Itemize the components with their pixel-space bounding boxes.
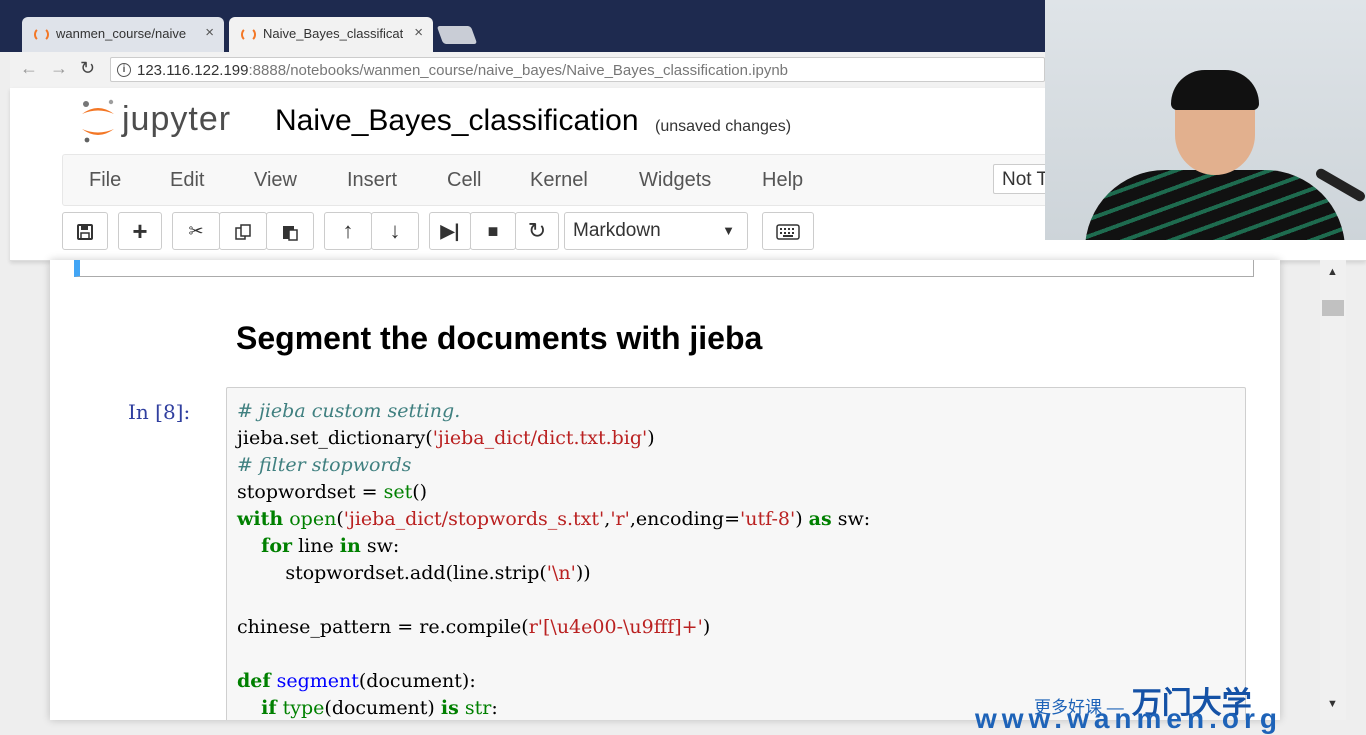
keyboard-icon [776, 224, 800, 240]
scroll-down-icon[interactable]: ▼ [1327, 698, 1338, 710]
jupyter-favicon-icon [34, 27, 49, 42]
arrow-down-icon: ↓ [389, 218, 401, 243]
info-icon[interactable]: i [117, 63, 131, 77]
close-icon[interactable]: × [414, 24, 423, 41]
menu-kernel[interactable]: Kernel [530, 169, 588, 192]
save-button[interactable] [62, 212, 108, 250]
url-input[interactable]: i 123.116.122.199:8888/notebooks/wanmen_… [110, 57, 1045, 82]
tab-title: wanmen_course/naive [56, 26, 187, 41]
menu-file[interactable]: File [89, 169, 121, 192]
menu-cell[interactable]: Cell [447, 169, 481, 192]
selected-cell[interactable] [74, 260, 1254, 277]
webcam-overlay [1045, 0, 1366, 240]
step-forward-icon: ▶| [440, 221, 460, 241]
menu-edit[interactable]: Edit [170, 169, 204, 192]
jupyter-logo-text: jupyter [122, 100, 232, 138]
run-button[interactable]: ▶| [429, 212, 471, 250]
url-path: :8888/notebooks/wanmen_course/naive_baye… [248, 62, 789, 79]
stop-icon: ■ [487, 221, 499, 241]
jupyter-logo-icon[interactable] [78, 98, 118, 144]
scroll-up-icon[interactable]: ▲ [1327, 266, 1338, 278]
reload-icon[interactable]: ↻ [80, 58, 95, 79]
watermark-site: www.wanmen.org [975, 703, 1282, 734]
insert-cell-button[interactable]: + [118, 212, 162, 250]
input-prompt: In [8]: [128, 400, 191, 424]
scissors-icon: ✂ [188, 221, 204, 241]
close-icon[interactable]: × [205, 24, 214, 41]
tab-naive-bayes[interactable]: Naive_Bayes_classificat × [229, 17, 433, 52]
address-bar: ← → ↻ i 123.116.122.199:8888/notebooks/w… [10, 52, 1050, 88]
page-scrollbar[interactable]: ▲ ▼ [1320, 260, 1346, 720]
code-cell-input[interactable]: # jieba custom setting. jieba.set_dictio… [226, 387, 1246, 720]
save-status: (unsaved changes) [655, 118, 792, 135]
copy-icon [235, 224, 251, 240]
paste-button[interactable] [266, 212, 314, 250]
arrow-up-icon: ↑ [342, 218, 354, 243]
cell-type-value: Markdown [573, 220, 661, 241]
back-icon[interactable]: ← [20, 58, 38, 79]
notebook-container: Segment the documents with jieba In [8]:… [50, 260, 1280, 720]
code-editor[interactable]: # jieba custom setting. jieba.set_dictio… [237, 398, 870, 720]
plus-icon: + [132, 216, 148, 246]
menu-view[interactable]: View [254, 169, 297, 192]
cut-button[interactable]: ✂ [172, 212, 220, 250]
new-tab-button[interactable] [436, 26, 478, 44]
restart-button[interactable]: ↻ [515, 212, 559, 250]
markdown-heading: Segment the documents with jieba [236, 320, 763, 356]
menu-widgets[interactable]: Widgets [639, 169, 711, 192]
move-down-button[interactable]: ↓ [371, 212, 419, 250]
scrollbar-thumb[interactable] [1322, 300, 1344, 316]
notebook-title[interactable]: Naive_Bayes_classification [275, 104, 639, 138]
interrupt-button[interactable]: ■ [470, 212, 516, 250]
refresh-icon: ↻ [527, 218, 547, 243]
cell-type-select[interactable]: Markdown ▼ [564, 212, 748, 250]
caret-down-icon: ▼ [722, 223, 735, 238]
menu-help[interactable]: Help [762, 169, 803, 192]
save-icon [77, 224, 93, 241]
forward-icon[interactable]: → [50, 58, 68, 79]
jupyter-favicon-icon [241, 27, 256, 42]
presenter-hair [1171, 70, 1259, 110]
copy-button[interactable] [219, 212, 267, 250]
paste-icon [283, 226, 298, 241]
menu-insert[interactable]: Insert [347, 169, 397, 192]
tab-wanmen-course[interactable]: wanmen_course/naive × [22, 17, 224, 52]
url-host: 123.116.122.199 [137, 62, 249, 79]
tab-title: Naive_Bayes_classificat [263, 26, 403, 41]
presenter-shirt [1085, 170, 1345, 240]
command-palette-button[interactable] [762, 212, 814, 250]
move-up-button[interactable]: ↑ [324, 212, 372, 250]
